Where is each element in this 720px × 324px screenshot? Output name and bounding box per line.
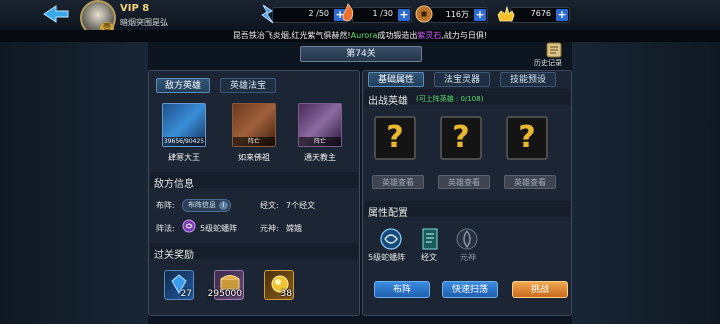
stamina-icon [261, 4, 274, 24]
tab-enemy-heroes[interactable]: 敌方英雄 [156, 78, 210, 93]
enemy-hero-3[interactable]: 阵亡 [298, 103, 342, 147]
resource-gold: 7676 + [497, 5, 570, 23]
hero-name: 肆寒大王 [168, 153, 200, 162]
view-hero-button-2[interactable]: 英雄查看 [438, 175, 490, 189]
marquee-middle: 成功锻造出 [377, 31, 418, 40]
copper-coin-icon [415, 5, 433, 23]
hero-hp: 39656/90425 [163, 137, 205, 146]
coin-value: 116万 [445, 10, 469, 19]
vip-level: VIP 8 [120, 3, 150, 14]
view-hero-button-3[interactable]: 英雄查看 [504, 175, 556, 189]
left-backdrop [0, 42, 148, 324]
reward-chest[interactable]: 295000 [208, 270, 244, 300]
question-icon: ? [518, 120, 536, 155]
tab-skill-presets[interactable]: 技能预设 [500, 72, 556, 87]
scripture-value: 7个经文 [286, 201, 316, 210]
back-arrow-icon[interactable] [42, 4, 70, 24]
info-icon: i [219, 201, 228, 210]
energy-value: 1 /30 [372, 9, 393, 18]
reward-title: 过关奖励 [154, 250, 194, 261]
hero-slot-2[interactable]: ? [440, 116, 482, 160]
attr-config-title: 属性配置 [368, 208, 408, 219]
scroll-icon[interactable] [420, 227, 440, 251]
announcement-marquee: 昆吾铁冶飞炎烟,红光紫气俱赫然!Aurora成功锻造出紫灵石,战力与日俱! [0, 30, 720, 42]
stage-title: 第74关 [300, 46, 422, 62]
view-hero-button-1[interactable]: 英雄查看 [372, 175, 424, 189]
hero-status: 阵亡 [299, 137, 341, 146]
deploy-title: 出战英雄 [368, 96, 408, 107]
formation-button[interactable]: 布阵 [374, 281, 430, 298]
question-icon: ? [386, 120, 404, 155]
resource-coin: 116万 + [415, 5, 488, 23]
add-gold-button[interactable]: + [556, 9, 568, 21]
gold-ingot-icon [497, 5, 515, 22]
hero-status: 阵亡 [233, 137, 275, 146]
add-energy-button[interactable]: + [398, 9, 410, 21]
snake-array-icon [182, 219, 196, 233]
deploy-hint: (可上阵英雄 : 0/108) [416, 95, 484, 103]
player-name: 暗烟突围是弘 [120, 18, 168, 27]
hero-name: 如来佛祖 [238, 153, 270, 162]
spirit-label: 元神: [260, 224, 279, 233]
enemy-hero-2[interactable]: 阵亡 [232, 103, 276, 147]
question-icon: ? [452, 120, 470, 155]
resource-energy: 1 /30 + [342, 3, 412, 23]
history-label[interactable]: 历史记录 [534, 58, 562, 68]
add-coin-button[interactable]: + [474, 9, 486, 21]
tab-treasure-artifacts[interactable]: 法宝灵器 [434, 72, 490, 87]
attr-array-label: 5级蛇蟠阵 [368, 253, 406, 262]
spirit-icon[interactable] [455, 227, 479, 251]
enemy-info-title: 敌方信息 [154, 179, 194, 190]
resource-stamina: 2 /50 + [261, 4, 348, 24]
spirit-value: 嫦娥 [286, 224, 302, 233]
challenge-button[interactable]: 挑战 [512, 281, 568, 298]
energy-icon [342, 3, 354, 22]
reward-value: 38 [280, 289, 292, 299]
right-backdrop [572, 42, 720, 324]
swirl-array-icon[interactable] [378, 227, 404, 251]
gold-value: 7676 [530, 9, 551, 18]
reward-orb[interactable]: 38 [264, 270, 294, 300]
hero-slot-1[interactable]: ? [374, 116, 416, 160]
tab-hero-treasures[interactable]: 英雄法宝 [220, 78, 276, 93]
formation-label: 布阵: [156, 201, 175, 210]
quick-sweep-button[interactable]: 快速扫荡 [442, 281, 498, 298]
attr-scripture-label: 经文 [421, 253, 437, 262]
attr-spirit-label: 元神 [460, 253, 476, 262]
reward-value: 27 [180, 289, 192, 299]
reward-value: 295000 [207, 289, 242, 299]
marquee-player: Aurora [350, 31, 378, 40]
enemy-hero-1[interactable]: 39656/90425 [162, 103, 206, 147]
formation-chip-label: 布阵信息 [188, 201, 216, 209]
scripture-label: 经文: [260, 201, 279, 210]
hero-slot-3[interactable]: ? [506, 116, 548, 160]
array-value: 5级蛇蟠阵 [200, 224, 238, 233]
array-label: 阵法: [156, 224, 175, 233]
treasure-chest-icon [220, 275, 240, 290]
hero-name: 通天教主 [304, 153, 336, 162]
formation-info-chip[interactable]: 布阵信息 i [182, 199, 231, 212]
marquee-prefix: 昆吾铁冶飞炎烟,红光紫气俱赫然! [232, 31, 351, 40]
reward-gem[interactable]: 27 [164, 270, 194, 300]
marquee-suffix: ,战力与日俱! [441, 31, 488, 40]
marquee-item: 紫灵石 [417, 31, 442, 40]
stamina-value: 2 /50 [308, 9, 329, 18]
tab-basic-attributes[interactable]: 基础属性 [368, 72, 424, 87]
